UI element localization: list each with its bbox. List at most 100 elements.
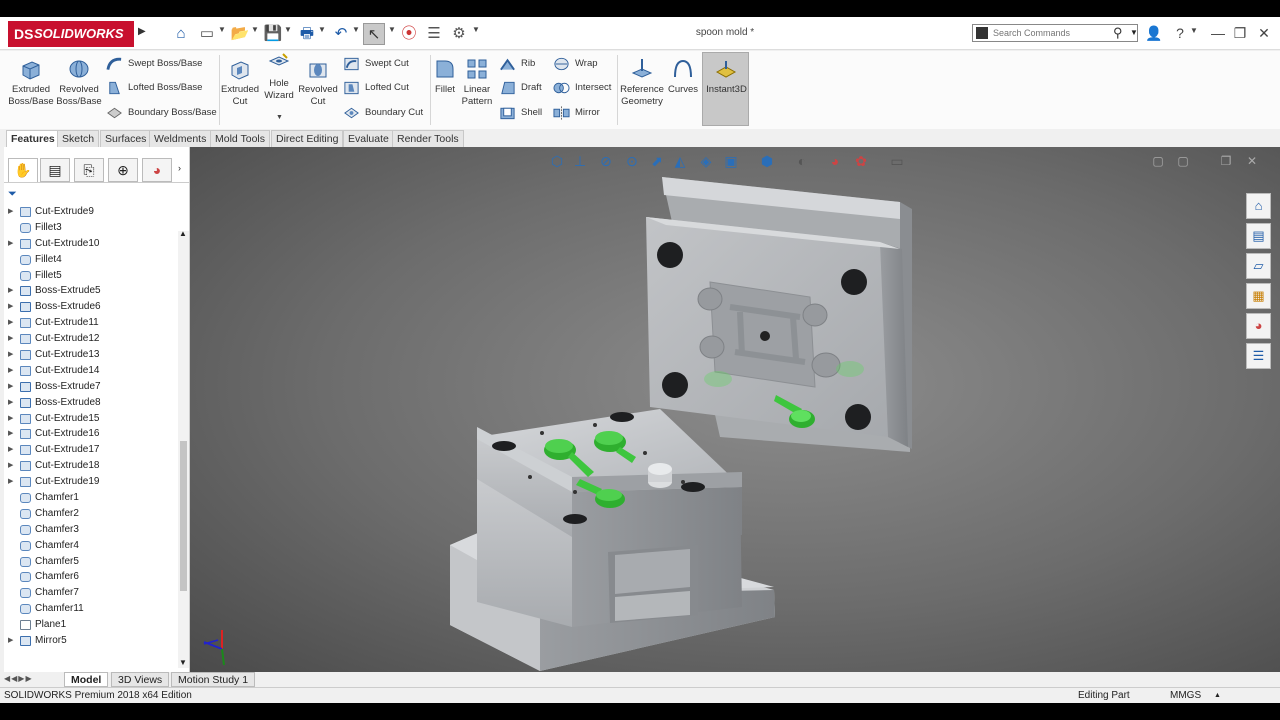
feature-tree-item[interactable]: Fillet5 <box>4 268 176 284</box>
feature-tree-item[interactable]: Chamfer11 <box>4 601 176 617</box>
user-account-icon[interactable]: 👤 <box>1144 23 1164 43</box>
file-explorer-icon[interactable]: ▱ <box>1246 253 1271 279</box>
tab-evaluate[interactable]: Evaluate <box>343 130 394 147</box>
print-dropdown-icon[interactable]: ▼ <box>318 25 326 34</box>
expand-arrow-icon[interactable]: ▶ <box>8 411 13 427</box>
feature-tree-item[interactable]: Plane1 <box>4 617 176 633</box>
configuration-manager-icon[interactable]: ⎘ <box>74 158 104 182</box>
cavity-half[interactable] <box>646 177 912 452</box>
restore-icon[interactable]: ❐ <box>1230 23 1250 43</box>
tab-surfaces[interactable]: Surfaces <box>100 130 152 147</box>
property-manager-icon[interactable]: ▤ <box>40 158 70 182</box>
feature-tree-item[interactable]: ▶ Boss-Extrude5 <box>4 283 176 299</box>
help-dropdown-icon[interactable]: ▼ <box>1190 26 1198 35</box>
feature-tree-item[interactable]: ▶ Cut-Extrude16 <box>4 426 176 442</box>
hole-wizard-button[interactable]: Hole Wizard <box>260 51 298 102</box>
print-icon[interactable]: 🖶 <box>296 23 318 45</box>
tab-navigation-icon[interactable]: ◀◀▶▶ <box>4 674 33 683</box>
rib-button[interactable]: Rib <box>499 55 535 73</box>
tab-features[interactable]: Features <box>6 130 60 147</box>
feature-tree-item[interactable]: ▶ Cut-Extrude10 <box>4 236 176 252</box>
shell-button[interactable]: Shell <box>499 104 542 122</box>
core-half[interactable] <box>450 409 775 671</box>
scroll-up-icon[interactable]: ▲ <box>179 229 187 238</box>
boundary-boss-button[interactable]: Boundary Boss/Base <box>106 104 217 122</box>
tab-sketch[interactable]: Sketch <box>57 130 100 147</box>
appearances-scenes-icon[interactable]: ◕ <box>1246 313 1271 339</box>
panel-expand-icon[interactable]: › <box>178 163 181 173</box>
feature-manager-tree-icon[interactable]: ✋ <box>8 158 38 182</box>
expand-arrow-icon[interactable]: ▶ <box>8 458 13 474</box>
search-dropdown-icon[interactable]: ▼ <box>1130 28 1138 37</box>
expand-arrow-icon[interactable]: ▶ <box>8 426 13 442</box>
spoon-mold-model[interactable] <box>190 147 1280 672</box>
expand-arrow-icon[interactable]: ▶ <box>8 633 13 649</box>
options-gear-icon[interactable]: ⚙ <box>448 23 470 45</box>
close-icon[interactable]: ✕ <box>1254 23 1274 43</box>
feature-tree-item[interactable]: Chamfer3 <box>4 522 176 538</box>
help-icon[interactable]: ? <box>1170 23 1190 43</box>
expand-arrow-icon[interactable]: ▶ <box>8 331 13 347</box>
feature-tree-item[interactable]: ▶ Cut-Extrude17 <box>4 442 176 458</box>
feature-tree-item[interactable]: Chamfer7 <box>4 585 176 601</box>
wrap-button[interactable]: Wrap <box>553 55 598 73</box>
lofted-boss-button[interactable]: Lofted Boss/Base <box>106 79 202 97</box>
feature-tree-item[interactable]: Fillet4 <box>4 252 176 268</box>
draft-button[interactable]: Draft <box>499 79 542 97</box>
feature-tree-item[interactable]: ▶ Cut-Extrude15 <box>4 411 176 427</box>
tab-model[interactable]: Model <box>64 672 109 687</box>
feature-tree-item[interactable]: ▶ Boss-Extrude6 <box>4 299 176 315</box>
feature-tree-item[interactable]: ▶ Cut-Extrude14 <box>4 363 176 379</box>
new-document-icon[interactable]: ▭ <box>196 23 218 45</box>
tab-weldments[interactable]: Weldments <box>149 130 212 147</box>
open-dropdown-icon[interactable]: ▼ <box>251 25 259 34</box>
boundary-cut-button[interactable]: Boundary Cut <box>343 104 423 122</box>
unit-system-selector[interactable]: MMGS <box>1170 688 1201 703</box>
select-arrow-icon[interactable]: ↖ <box>363 23 385 45</box>
mirror-button[interactable]: Mirror <box>553 104 600 122</box>
feature-tree-item[interactable]: ▶ Cut-Extrude9 <box>4 204 176 220</box>
expand-arrow-icon[interactable]: ▶ <box>8 315 13 331</box>
graphics-area[interactable]: ⬡ ⊥ ⊘ ⊙ ⬈ ◭ ◈ ▣ ⬢ ◐ ◕ ✿ ▭ ▢ ▢ ❐ ✕ ⌂ ▤ ▱ … <box>190 147 1280 672</box>
expand-arrow-icon[interactable]: ▶ <box>8 442 13 458</box>
feature-tree-item[interactable]: Chamfer4 <box>4 538 176 554</box>
expand-arrow-icon[interactable]: ▶ <box>8 379 13 395</box>
tab-render-tools[interactable]: Render Tools <box>392 130 464 147</box>
search-commands-input[interactable] <box>993 26 1111 40</box>
design-library-icon[interactable]: ▤ <box>1246 223 1271 249</box>
lofted-cut-button[interactable]: Lofted Cut <box>343 79 409 97</box>
swept-cut-button[interactable]: Swept Cut <box>343 55 409 73</box>
tree-scroll-thumb[interactable] <box>180 441 187 591</box>
feature-tree-item[interactable]: ▶ Boss-Extrude8 <box>4 395 176 411</box>
revolved-boss-button[interactable]: Revolved Boss/Base <box>56 57 102 108</box>
select-dropdown-icon[interactable]: ▼ <box>388 25 396 34</box>
new-dropdown-icon[interactable]: ▼ <box>218 25 226 34</box>
intersect-button[interactable]: Intersect <box>553 79 611 97</box>
instant3d-button[interactable]: Instant3D <box>702 52 749 126</box>
expand-arrow-icon[interactable]: ▶ <box>8 347 13 363</box>
expand-arrow-icon[interactable]: ▶ <box>8 299 13 315</box>
solidworks-resources-icon[interactable]: ⌂ <box>1246 193 1271 219</box>
feature-tree-item[interactable]: ▶ Boss-Extrude7 <box>4 379 176 395</box>
undo-dropdown-icon[interactable]: ▼ <box>352 25 360 34</box>
feature-tree-item[interactable]: ▶ Mirror5 <box>4 633 176 649</box>
linear-pattern-button[interactable]: Linear Pattern <box>459 57 495 108</box>
custom-properties-icon[interactable]: ☰ <box>1246 343 1271 369</box>
expand-arrow-icon[interactable]: ▶ <box>8 236 13 252</box>
scroll-down-icon[interactable]: ▼ <box>179 658 187 667</box>
expand-arrow-icon[interactable]: ▶ <box>8 363 13 379</box>
feature-tree-item[interactable]: ▶ Cut-Extrude19 <box>4 474 176 490</box>
revolved-cut-button[interactable]: Revolved Cut <box>298 57 338 108</box>
tab-motion-study-1[interactable]: Motion Study 1 <box>171 672 256 687</box>
unit-system-dropdown-icon[interactable]: ▲ <box>1214 688 1221 703</box>
tab-3d-views[interactable]: 3D Views <box>111 672 170 687</box>
file-properties-icon[interactable]: ☰ <box>423 23 445 45</box>
rebuild-traffic-light-icon[interactable]: ⦿ <box>398 23 420 45</box>
swept-boss-button[interactable]: Swept Boss/Base <box>106 55 202 73</box>
tree-vertical-scrollbar[interactable]: ▲ ▼ <box>178 229 189 668</box>
feature-tree-item[interactable]: Chamfer5 <box>4 554 176 570</box>
home-icon[interactable]: ⌂ <box>170 23 192 45</box>
feature-tree-item[interactable]: Chamfer1 <box>4 490 176 506</box>
feature-tree-item[interactable]: Chamfer6 <box>4 569 176 585</box>
dimxpert-manager-icon[interactable]: ⊕ <box>108 158 138 182</box>
